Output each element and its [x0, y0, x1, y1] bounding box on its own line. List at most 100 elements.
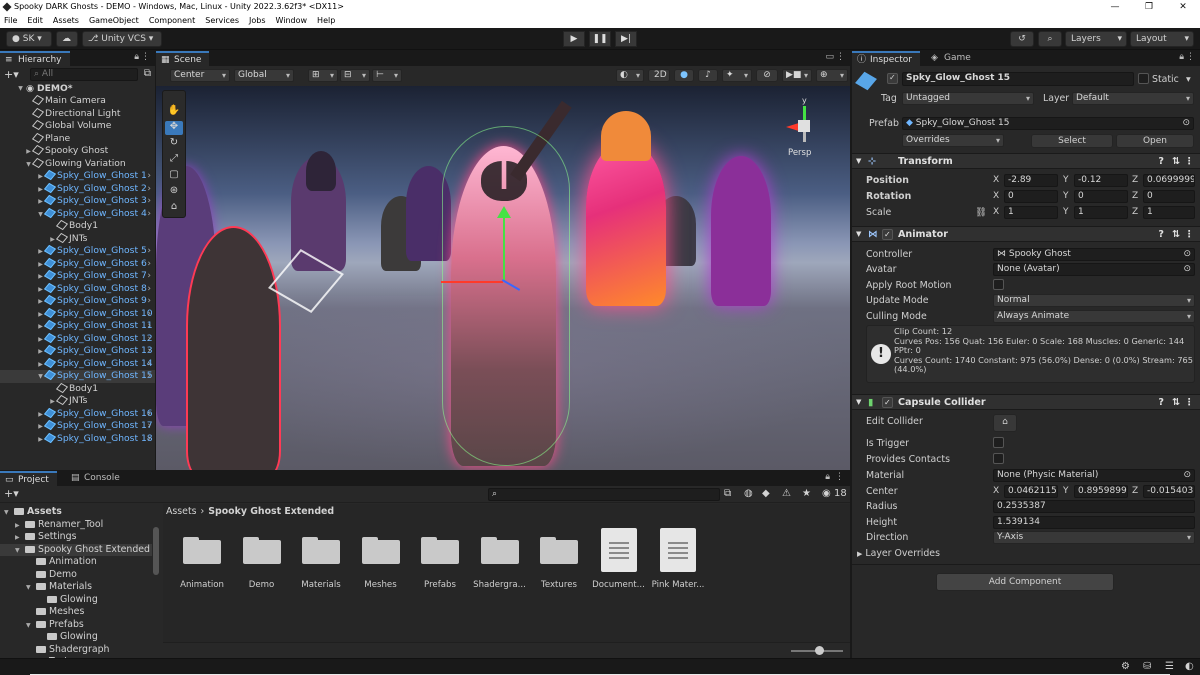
hierarchy-item[interactable]: ▶ JNTs	[0, 232, 155, 246]
help-icon[interactable]: ?	[1158, 395, 1164, 410]
lock-icon[interactable]: 🔒︎	[1179, 52, 1184, 62]
hierarchy-item[interactable]: Global Volume	[0, 120, 155, 133]
object-name-input[interactable]: Spky_Glow_Ghost 15	[902, 72, 1134, 86]
open-prefab-arrow-icon[interactable]: ›	[147, 320, 151, 333]
hierarchy-item[interactable]: ▼ Spky_Glow_Ghost 15 ›	[0, 370, 155, 383]
project-folder-item[interactable]: Shadergraph	[0, 644, 110, 657]
link-icon[interactable]: ⛓	[975, 206, 987, 219]
open-prefab-arrow-icon[interactable]: ›	[147, 270, 151, 283]
component-menu-icon[interactable]: ⋮	[1184, 154, 1194, 169]
open-prefab-arrow-icon[interactable]: ›	[147, 245, 151, 258]
direction-dropdown[interactable]: Y-Axis	[993, 531, 1195, 544]
open-prefab-arrow-icon[interactable]: ›	[147, 258, 151, 271]
center-z-field[interactable]: -0.015403	[1143, 485, 1195, 498]
scale-y-field[interactable]: 1	[1074, 206, 1128, 219]
orientation-gizmo[interactable]: y Persp	[774, 96, 834, 166]
component-menu-icon[interactable]: ⋮	[1184, 395, 1194, 410]
toggle-2d-button[interactable]: 2D	[648, 69, 670, 82]
hierarchy-item[interactable]: ▶ Spky_Glow_Ghost 10 ›	[0, 307, 155, 321]
lock-icon[interactable]: 🔒︎	[134, 52, 139, 62]
debug-icon[interactable]: ⚙	[1121, 661, 1130, 672]
overrides-dropdown[interactable]: Overrides	[902, 134, 1004, 147]
asset-item[interactable]: Pink Mater...	[643, 524, 713, 604]
lighting-toggle[interactable]: ●	[674, 69, 694, 82]
preset-icon[interactable]: ⇅	[1172, 395, 1180, 410]
play-button[interactable]: ▶	[563, 31, 585, 47]
maximize-icon[interactable]: ▭	[825, 52, 834, 62]
cloud-button[interactable]: ☁	[56, 31, 78, 47]
animator-header[interactable]: ▼ ⋈ ✓ Animator? ⇅ ⋮	[852, 226, 1200, 242]
position-y-field[interactable]: -0.12	[1074, 174, 1128, 187]
culling-mode-dropdown[interactable]: Always Animate	[993, 310, 1195, 323]
pause-button[interactable]: ❚❚	[589, 31, 611, 47]
step-button[interactable]: ▶|	[615, 31, 637, 47]
center-x-field[interactable]: 0.0462115	[1004, 485, 1058, 498]
radius-field[interactable]: 0.2535387	[993, 500, 1195, 513]
layout-dropdown[interactable]: Layout ▾	[1130, 31, 1194, 47]
project-folder-item[interactable]: ▶ Renamer_Tool	[0, 519, 103, 532]
menu-services[interactable]: Services	[201, 14, 245, 28]
project-folder-item[interactable]: ▼ Assets	[0, 506, 62, 519]
collapsed-arrow-icon[interactable]: ▶	[36, 346, 45, 358]
panel-menu-icon[interactable]: ⋮	[1186, 52, 1195, 62]
collapsed-arrow-icon[interactable]: ▶	[24, 146, 33, 158]
position-x-field[interactable]: -2.89	[1004, 174, 1058, 187]
warning-icon[interactable]: ⚠	[782, 488, 791, 499]
menu-edit[interactable]: Edit	[23, 14, 49, 28]
open-prefab-arrow-icon[interactable]: ›	[147, 408, 151, 421]
close-button[interactable]: ✕	[1166, 0, 1200, 14]
menu-help[interactable]: Help	[313, 14, 341, 28]
scale-z-field[interactable]: 1	[1143, 206, 1195, 219]
hierarchy-item[interactable]: ▶ Spky_Glow_Ghost 18 ›	[0, 432, 155, 446]
open-prefab-arrow-icon[interactable]: ›	[147, 358, 151, 371]
y-arrow-icon[interactable]	[497, 206, 511, 218]
menu-assets[interactable]: Assets	[49, 14, 85, 28]
open-prefab-arrow-icon[interactable]: ›	[147, 183, 151, 196]
project-folder-item[interactable]: ▼ Materials	[0, 581, 92, 594]
space-dropdown[interactable]: Global	[234, 69, 294, 82]
object-picker-icon[interactable]: ⊙	[1183, 249, 1191, 260]
add-component-button[interactable]: Add Component	[936, 573, 1114, 591]
panel-menu-icon[interactable]: ⋮	[836, 52, 845, 62]
hierarchy-item[interactable]: ▶ Spky_Glow_Ghost 11 ›	[0, 320, 155, 333]
capsule-collider-header[interactable]: ▼ ▮ ✓ Capsule Collider? ⇅ ⋮	[852, 394, 1200, 410]
project-folder-item[interactable]: ▼ Prefabs	[0, 619, 84, 632]
open-prefab-arrow-icon[interactable]: ›	[147, 208, 151, 221]
move-x-axis[interactable]	[441, 281, 503, 283]
add-object-button[interactable]: +▾	[4, 68, 19, 81]
project-folder-item[interactable]: ▶ Settings	[0, 531, 76, 544]
update-mode-dropdown[interactable]: Normal	[993, 294, 1195, 307]
maximize-button[interactable]: ❐	[1132, 0, 1166, 14]
height-field[interactable]: 1.539134	[993, 516, 1195, 529]
tree-scrollbar[interactable]	[153, 527, 159, 575]
help-icon[interactable]: ?	[1158, 154, 1164, 169]
collapsed-arrow-icon[interactable]: ▶	[36, 271, 45, 283]
align-dropdown[interactable]: ⊢	[372, 69, 402, 82]
hierarchy-item[interactable]: Body1	[0, 220, 155, 233]
hierarchy-search-input[interactable]: ⌕ All	[30, 68, 138, 81]
hierarchy-item[interactable]: ▶ Spky_Glow_Ghost 8 ›	[0, 282, 155, 296]
move-tool-icon[interactable]: ✥	[165, 121, 183, 135]
open-prefab-arrow-icon[interactable]: ›	[147, 195, 151, 208]
create-asset-button[interactable]: +▾	[4, 487, 19, 500]
hierarchy-item[interactable]: Plane	[0, 132, 155, 146]
hierarchy-item[interactable]: Main Camera	[0, 95, 155, 108]
open-prefab-arrow-icon[interactable]: ›	[147, 333, 151, 346]
object-picker-icon[interactable]: ⊙	[1183, 470, 1191, 481]
gizmos-dropdown[interactable]: ⊕	[816, 69, 848, 82]
rect-tool-icon[interactable]: ▢	[165, 169, 183, 183]
tab-inspector[interactable]: ⓘ Inspector	[852, 51, 920, 66]
open-prefab-arrow-icon[interactable]: ›	[147, 170, 151, 183]
object-picker-icon[interactable]: ⊙	[1182, 118, 1190, 129]
scene-viewport[interactable]: ✋ ✥ ↻ ⤢ ▢ ⊛ ⌂ y Persp	[156, 86, 850, 470]
rotate-tool-icon[interactable]: ↻	[165, 137, 183, 151]
menu-file[interactable]: File	[0, 14, 23, 28]
hierarchy-item[interactable]: ▼ Spky_Glow_Ghost 4 ›	[0, 207, 155, 221]
panel-menu-icon[interactable]: ⋮	[835, 472, 844, 482]
menu-jobs[interactable]: Jobs	[245, 14, 272, 28]
collapsed-arrow-icon[interactable]: ▶	[36, 171, 45, 183]
tab-scene[interactable]: ▦ Scene	[156, 51, 210, 66]
material-field[interactable]: None (Physic Material) ⊙	[993, 469, 1195, 482]
pivot-dropdown[interactable]: Center	[170, 69, 230, 82]
static-checkbox[interactable]	[1138, 73, 1149, 84]
